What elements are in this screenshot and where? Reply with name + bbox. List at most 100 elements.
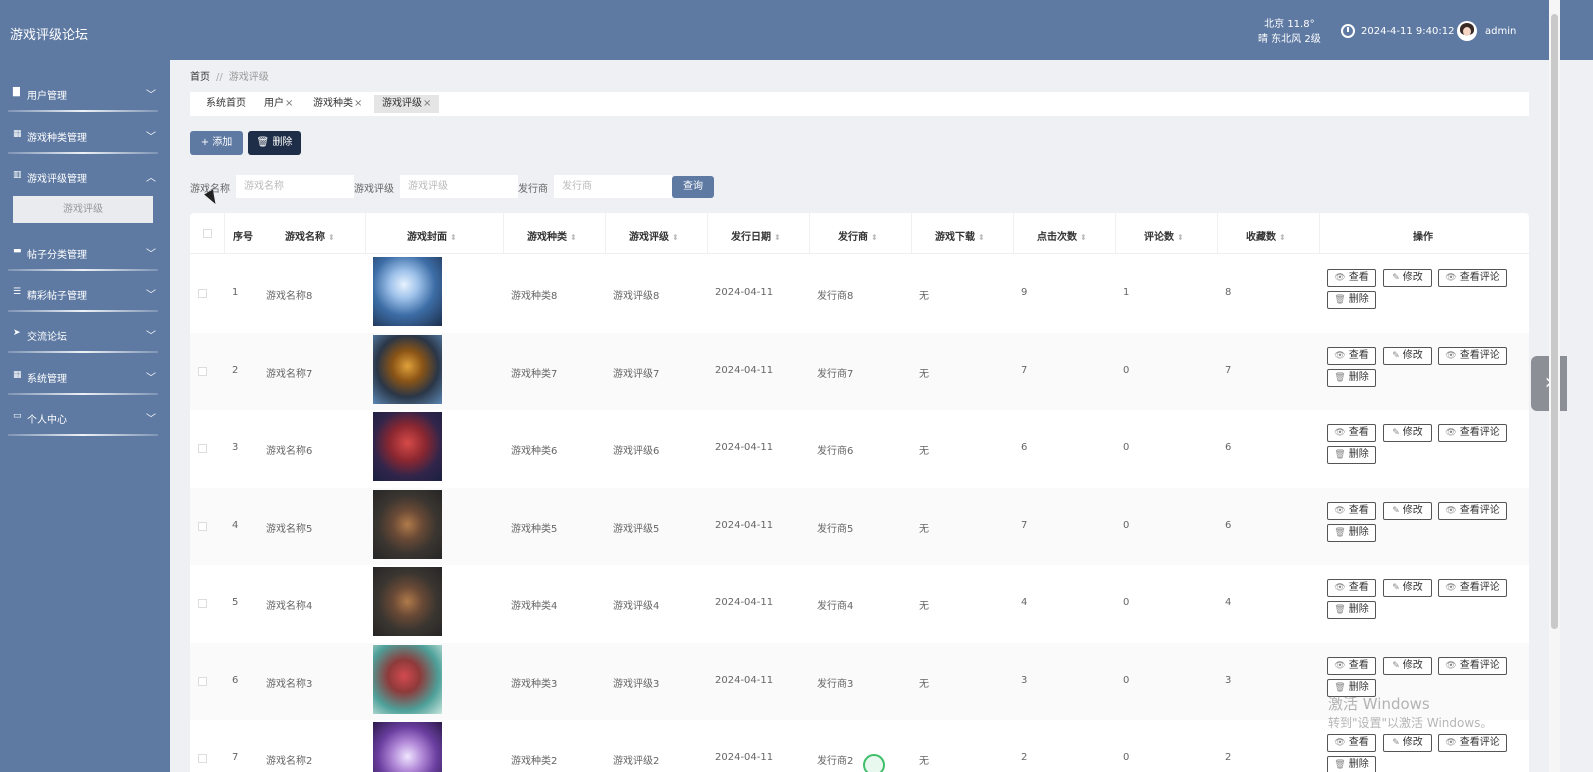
view-comments-button[interactable]: 👁 查看评论 bbox=[1438, 734, 1507, 752]
cell-game-rating: 游戏评级7 bbox=[613, 368, 660, 380]
cell-index: 7 bbox=[232, 752, 239, 763]
close-icon[interactable]: × bbox=[285, 98, 293, 109]
col-header-type[interactable]: 游戏种类 ⬍ bbox=[527, 228, 577, 243]
view-comments-button[interactable]: 👁 查看评论 bbox=[1438, 269, 1507, 287]
edit-button[interactable]: ✎ 修改 bbox=[1383, 501, 1432, 520]
tab-label: 用户 bbox=[264, 98, 284, 109]
col-header-download[interactable]: 游戏下载 ⬍ bbox=[935, 228, 985, 243]
col-header-favorites[interactable]: 收藏数 ⬍ bbox=[1246, 228, 1286, 243]
breadcrumb-home[interactable]: 首页 bbox=[190, 72, 210, 83]
view-button[interactable]: 👁 查看 bbox=[1327, 424, 1376, 442]
col-header-publisher[interactable]: 发行商 ⬍ bbox=[838, 228, 878, 243]
chat-icon: ▬ bbox=[13, 246, 22, 256]
table-row: 3 游戏名称6 游戏种类6 游戏评级6 2024-04-11 发行商6 无 6 0 6 👁 查看 ✎ 修改… bbox=[190, 410, 1529, 487]
close-icon[interactable]: × bbox=[354, 98, 362, 109]
button-label: 修改 bbox=[1402, 659, 1423, 671]
button-label: 查看 bbox=[1348, 349, 1369, 361]
send-icon: ➤ bbox=[13, 328, 21, 338]
view-button[interactable]: 👁 查看 bbox=[1327, 579, 1376, 597]
edit-button[interactable]: ✎ 修改 bbox=[1383, 424, 1432, 442]
row-checkbox[interactable] bbox=[198, 754, 207, 763]
row-delete-button[interactable]: 🗑 删除 bbox=[1327, 446, 1376, 464]
username[interactable]: admin bbox=[1485, 26, 1516, 37]
sidebar-item-forum[interactable]: ➤ 交流论坛 ﹀ bbox=[0, 307, 170, 353]
row-checkbox[interactable] bbox=[198, 676, 207, 686]
cell-game-rating: 游戏评级8 bbox=[613, 291, 660, 302]
sidebar-item-post-category-management[interactable]: ▬ 帖子分类管理 ﹀ bbox=[0, 225, 170, 271]
cell-comments: 0 bbox=[1123, 442, 1130, 453]
cell-favorites: 4 bbox=[1225, 597, 1232, 608]
edit-button[interactable]: ✎ 修改 bbox=[1383, 734, 1432, 752]
tab-game-ratings[interactable]: 游戏评级× bbox=[374, 95, 440, 113]
edit-button[interactable]: ✎ 修改 bbox=[1383, 656, 1432, 675]
view-button[interactable]: 👁 查看 bbox=[1327, 734, 1376, 752]
search-rating-input[interactable] bbox=[400, 175, 518, 198]
sidebar-item-label: 帖子分类管理 bbox=[27, 250, 87, 261]
view-comments-button[interactable]: 👁 查看评论 bbox=[1438, 501, 1507, 520]
sidebar-item-game-type-management[interactable]: ▦ 游戏种类管理 ﹀ bbox=[0, 108, 170, 154]
button-label: 查看 bbox=[1348, 582, 1369, 593]
edit-button[interactable]: ✎ 修改 bbox=[1383, 579, 1432, 597]
cell-release-date: 2024-04-11 bbox=[715, 674, 774, 686]
row-checkbox[interactable] bbox=[198, 444, 207, 453]
sidebar-item-label: 游戏评级管理 bbox=[27, 174, 87, 185]
close-icon[interactable]: × bbox=[423, 98, 431, 109]
col-header-cover[interactable]: 游戏封面 ⬍ bbox=[407, 228, 457, 243]
card-icon: ▭ bbox=[13, 411, 22, 421]
sidebar-item-user-management[interactable]: ▇ 用户管理 ﹀ bbox=[0, 66, 170, 112]
sidebar-item-personal-center[interactable]: ▭ 个人中心 ﹀ bbox=[0, 390, 170, 436]
view-comments-button[interactable]: 👁 查看评论 bbox=[1438, 346, 1507, 365]
search-name-input[interactable] bbox=[236, 175, 354, 198]
button-label: 查看评论 bbox=[1459, 659, 1500, 671]
col-header-name[interactable]: 游戏名称 ⬍ bbox=[285, 228, 335, 243]
floating-assistant-icon[interactable] bbox=[863, 754, 885, 772]
row-checkbox[interactable] bbox=[198, 289, 207, 298]
sidebar-subitem-game-rating[interactable]: 游戏评级 bbox=[13, 196, 153, 223]
col-header-date[interactable]: 发行日期 ⬍ bbox=[731, 228, 781, 243]
sidebar-item-featured-post-management[interactable]: ☰ 精彩帖子管理 ﹀ bbox=[0, 266, 170, 312]
scrollbar-thumb[interactable] bbox=[1551, 14, 1558, 629]
search-publisher-input[interactable] bbox=[554, 175, 672, 198]
row-delete-button[interactable]: 🗑 删除 bbox=[1327, 756, 1376, 772]
view-button[interactable]: 👁 查看 bbox=[1327, 501, 1376, 520]
row-delete-button[interactable]: 🗑 删除 bbox=[1327, 368, 1376, 387]
add-button[interactable]: + 添加 bbox=[190, 131, 243, 155]
sidebar-item-game-rating-management[interactable]: ▥ 游戏评级管理 ︿ bbox=[0, 149, 170, 189]
row-checkbox[interactable] bbox=[198, 599, 207, 608]
edit-button[interactable]: ✎ 修改 bbox=[1383, 269, 1432, 287]
select-all-checkbox[interactable] bbox=[203, 229, 212, 238]
view-button[interactable]: 👁 查看 bbox=[1327, 269, 1376, 287]
row-delete-button[interactable]: 🗑 删除 bbox=[1327, 291, 1376, 309]
tab-users[interactable]: 用户× bbox=[264, 97, 293, 115]
avatar[interactable] bbox=[1457, 21, 1477, 41]
query-button[interactable]: 查询 bbox=[672, 176, 714, 198]
view-button[interactable]: 👁 查看 bbox=[1327, 656, 1376, 675]
cell-index: 5 bbox=[232, 597, 239, 608]
col-header-comments[interactable]: 评论数 ⬍ bbox=[1144, 228, 1184, 243]
col-header-index: 序号 bbox=[233, 232, 253, 243]
col-header-clicks[interactable]: 点击次数 ⬍ bbox=[1037, 228, 1087, 243]
tab-game-types[interactable]: 游戏种类× bbox=[313, 97, 362, 115]
sidebar-item-system-management[interactable]: ▦ 系统管理 ﹀ bbox=[0, 349, 170, 395]
row-delete-button[interactable]: 🗑 删除 bbox=[1327, 601, 1376, 619]
view-button[interactable]: 👁 查看 bbox=[1327, 346, 1376, 365]
view-comments-button[interactable]: 👁 查看评论 bbox=[1438, 579, 1507, 597]
cell-download: 无 bbox=[919, 756, 929, 767]
view-comments-button[interactable]: 👁 查看评论 bbox=[1438, 656, 1507, 675]
cell-release-date: 2024-04-11 bbox=[715, 287, 774, 298]
eye-icon: 👁 bbox=[1334, 738, 1346, 748]
user-menu[interactable]: admin bbox=[1457, 21, 1516, 41]
cell-game-type: 游戏种类7 bbox=[511, 368, 558, 380]
view-comments-button[interactable]: 👁 查看评论 bbox=[1438, 424, 1507, 442]
eye-icon: 👁 bbox=[1445, 505, 1457, 516]
edit-button[interactable]: ✎ 修改 bbox=[1383, 346, 1432, 365]
cell-clicks: 6 bbox=[1021, 442, 1028, 453]
cell-game-type: 游戏种类8 bbox=[511, 291, 558, 302]
row-checkbox[interactable] bbox=[198, 521, 207, 531]
cell-game-name: 游戏名称3 bbox=[266, 678, 313, 690]
row-checkbox[interactable] bbox=[198, 366, 207, 376]
tab-home[interactable]: 系统首页 bbox=[206, 97, 246, 115]
delete-button[interactable]: 🗑 删除 bbox=[248, 131, 301, 155]
row-delete-button[interactable]: 🗑 删除 bbox=[1327, 523, 1376, 542]
col-header-rating[interactable]: 游戏评级 ⬍ bbox=[629, 228, 679, 243]
